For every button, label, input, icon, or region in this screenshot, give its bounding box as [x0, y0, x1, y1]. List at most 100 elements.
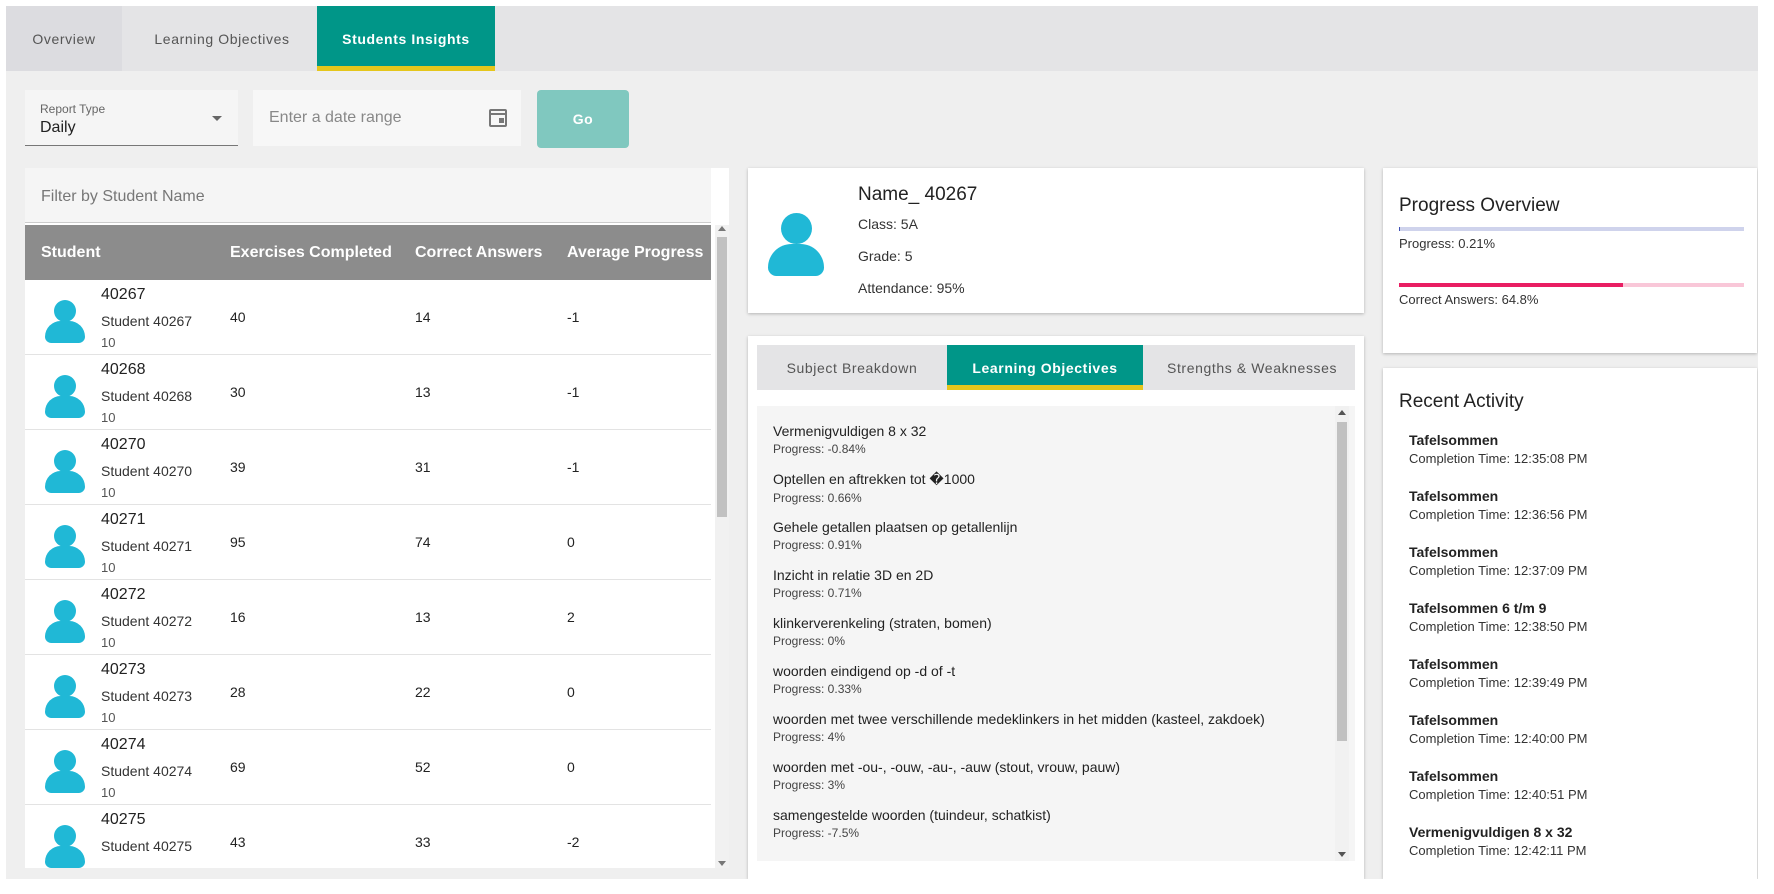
- table-header: Student Exercises Completed Correct Answ…: [25, 225, 711, 280]
- objective-progress: Progress: 3%: [773, 778, 846, 792]
- correct-answers: 33: [415, 834, 431, 850]
- student-profile-card: Name_ 40267 Class: 5A Grade: 5 Attendanc…: [748, 168, 1364, 313]
- correct-answers: 13: [415, 609, 431, 625]
- activity-title: Tafelsommen: [1409, 712, 1499, 728]
- activity-time: Completion Time: 12:39:49 PM: [1409, 675, 1588, 690]
- progress-label: Progress: 0.21%: [1399, 236, 1496, 251]
- student-grade: 10: [101, 485, 116, 500]
- go-button[interactable]: Go: [537, 90, 629, 148]
- tab-subject-breakdown[interactable]: Subject Breakdown: [757, 345, 947, 390]
- objective-progress: Progress: -0.84%: [773, 442, 866, 456]
- correct-answers-bar-fill: [1399, 283, 1623, 287]
- activity-title: Tafelsommen: [1409, 656, 1499, 672]
- detail-tab-bar: Subject Breakdown Learning Objectives St…: [757, 345, 1355, 390]
- exercises-completed: 16: [230, 609, 246, 625]
- column-header-progress[interactable]: Average Progress: [567, 244, 703, 262]
- objective-title: samengestelde woorden (tuindeur, schatki…: [773, 807, 1051, 823]
- correct-answers-bar: [1399, 283, 1744, 287]
- tab-learning-objectives-detail[interactable]: Learning Objectives: [947, 345, 1143, 390]
- column-header-student[interactable]: Student: [41, 244, 101, 262]
- exercises-completed: 69: [230, 759, 246, 775]
- average-progress: -1: [567, 309, 580, 325]
- activity-title: Tafelsommen: [1409, 544, 1499, 560]
- average-progress: -2: [567, 834, 580, 850]
- student-name-filter[interactable]: Filter by Student Name: [25, 168, 711, 223]
- report-type-select[interactable]: Report Type Daily: [25, 90, 238, 146]
- activity-title: Tafelsommen: [1409, 488, 1499, 504]
- activity-time: Completion Time: 12:37:09 PM: [1409, 563, 1588, 578]
- average-progress: 0: [567, 534, 575, 550]
- correct-answers: 14: [415, 309, 431, 325]
- table-row[interactable]: 40267 Student 40267 10 40 14 -1: [25, 280, 711, 355]
- correct-answers: 22: [415, 684, 431, 700]
- student-name: Student 40270: [101, 463, 193, 479]
- exercises-completed: 39: [230, 459, 246, 475]
- table-row[interactable]: 40273 Student 40273 10 28 22 0: [25, 655, 711, 730]
- correct-answers-label: Correct Answers: 64.8%: [1399, 292, 1539, 307]
- list-item: Tafelsommen Completion Time: 12:40:51 PM: [1409, 768, 1587, 802]
- objectives-scrollbar[interactable]: [1335, 406, 1349, 861]
- avatar-icon: [45, 300, 85, 344]
- avatar-icon: [45, 750, 85, 794]
- student-id: 40273: [101, 661, 146, 678]
- table-row[interactable]: 40275 Student 40275 43 33 -2: [25, 805, 711, 868]
- scroll-down-icon[interactable]: [1338, 852, 1346, 857]
- student-filter-placeholder: Filter by Student Name: [41, 188, 205, 205]
- objective-progress: Progress: 0.33%: [773, 682, 862, 696]
- student-name: Student 40274: [101, 763, 193, 779]
- tab-students-insights[interactable]: Students Insights: [317, 6, 495, 71]
- exercises-completed: 30: [230, 384, 246, 400]
- tab-learning-objectives[interactable]: Learning Objectives: [122, 6, 322, 71]
- correct-answers: 13: [415, 384, 431, 400]
- correct-answers: 52: [415, 759, 431, 775]
- avatar-icon: [45, 525, 85, 569]
- date-range-input[interactable]: Enter a date range: [253, 90, 521, 146]
- activity-time: Completion Time: 12:35:08 PM: [1409, 451, 1588, 466]
- list-item: Tafelsommen Completion Time: 12:39:49 PM: [1409, 656, 1587, 690]
- report-type-label: Report Type: [40, 102, 106, 116]
- table-row[interactable]: 40272 Student 40272 10 16 13 2: [25, 580, 711, 655]
- table-row[interactable]: 40268 Student 40268 10 30 13 -1: [25, 355, 711, 430]
- recent-activity-card: Recent Activity Tafelsommen Completion T…: [1383, 368, 1757, 879]
- objective-title: Vermenigvuldigen 8 x 32: [773, 423, 927, 439]
- student-list-scrollbar[interactable]: [715, 225, 729, 868]
- objective-title: woorden met -ou-, -ouw, -au-, -auw (stou…: [773, 759, 1121, 775]
- student-name: Student 40272: [101, 613, 193, 629]
- objective-title: woorden met twee verschillende medeklink…: [773, 711, 1265, 727]
- objective-title: Inzicht in relatie 3D en 2D: [773, 567, 934, 583]
- scroll-up-icon[interactable]: [718, 226, 726, 231]
- activity-time: Completion Time: 12:42:11 PM: [1409, 843, 1587, 858]
- student-id: 40268: [101, 361, 146, 378]
- scrollbar-thumb[interactable]: [1337, 422, 1347, 741]
- correct-answers: 31: [415, 459, 431, 475]
- scroll-down-icon[interactable]: [718, 861, 726, 866]
- tab-overview[interactable]: Overview: [6, 6, 122, 71]
- table-row[interactable]: 40271 Student 40271 10 95 74 0: [25, 505, 711, 580]
- date-range-placeholder: Enter a date range: [269, 109, 402, 126]
- average-progress: 0: [567, 684, 575, 700]
- list-item: Vermenigvuldigen 8 x 32 Completion Time:…: [1409, 824, 1587, 858]
- scrollbar-thumb[interactable]: [717, 237, 727, 517]
- objective-progress: Progress: -7.5%: [773, 826, 860, 840]
- tab-strengths-weaknesses[interactable]: Strengths & Weaknesses: [1143, 345, 1355, 390]
- column-header-correct[interactable]: Correct Answers: [415, 244, 542, 262]
- student-grade: 10: [101, 335, 116, 350]
- progress-bar: [1399, 227, 1744, 231]
- student-id: 40271: [101, 511, 146, 528]
- student-grade: 10: [101, 785, 116, 800]
- calendar-icon[interactable]: [489, 109, 507, 127]
- list-item: samengestelde woorden (tuindeur, schatki…: [773, 807, 1051, 840]
- activity-title: Tafelsommen: [1409, 432, 1499, 448]
- student-details-card: Subject Breakdown Learning Objectives St…: [748, 336, 1364, 879]
- report-type-value: Daily: [40, 119, 76, 136]
- exercises-completed: 43: [230, 834, 246, 850]
- column-header-exercises[interactable]: Exercises Completed: [230, 244, 392, 262]
- objective-progress: Progress: 0.71%: [773, 586, 862, 600]
- student-grade: 10: [101, 635, 116, 650]
- average-progress: -1: [567, 384, 580, 400]
- table-row[interactable]: 40274 Student 40274 10 69 52 0: [25, 730, 711, 805]
- objective-progress: Progress: 0%: [773, 634, 846, 648]
- average-progress: 2: [567, 609, 575, 625]
- table-row[interactable]: 40270 Student 40270 10 39 31 -1: [25, 430, 711, 505]
- scroll-up-icon[interactable]: [1338, 410, 1346, 415]
